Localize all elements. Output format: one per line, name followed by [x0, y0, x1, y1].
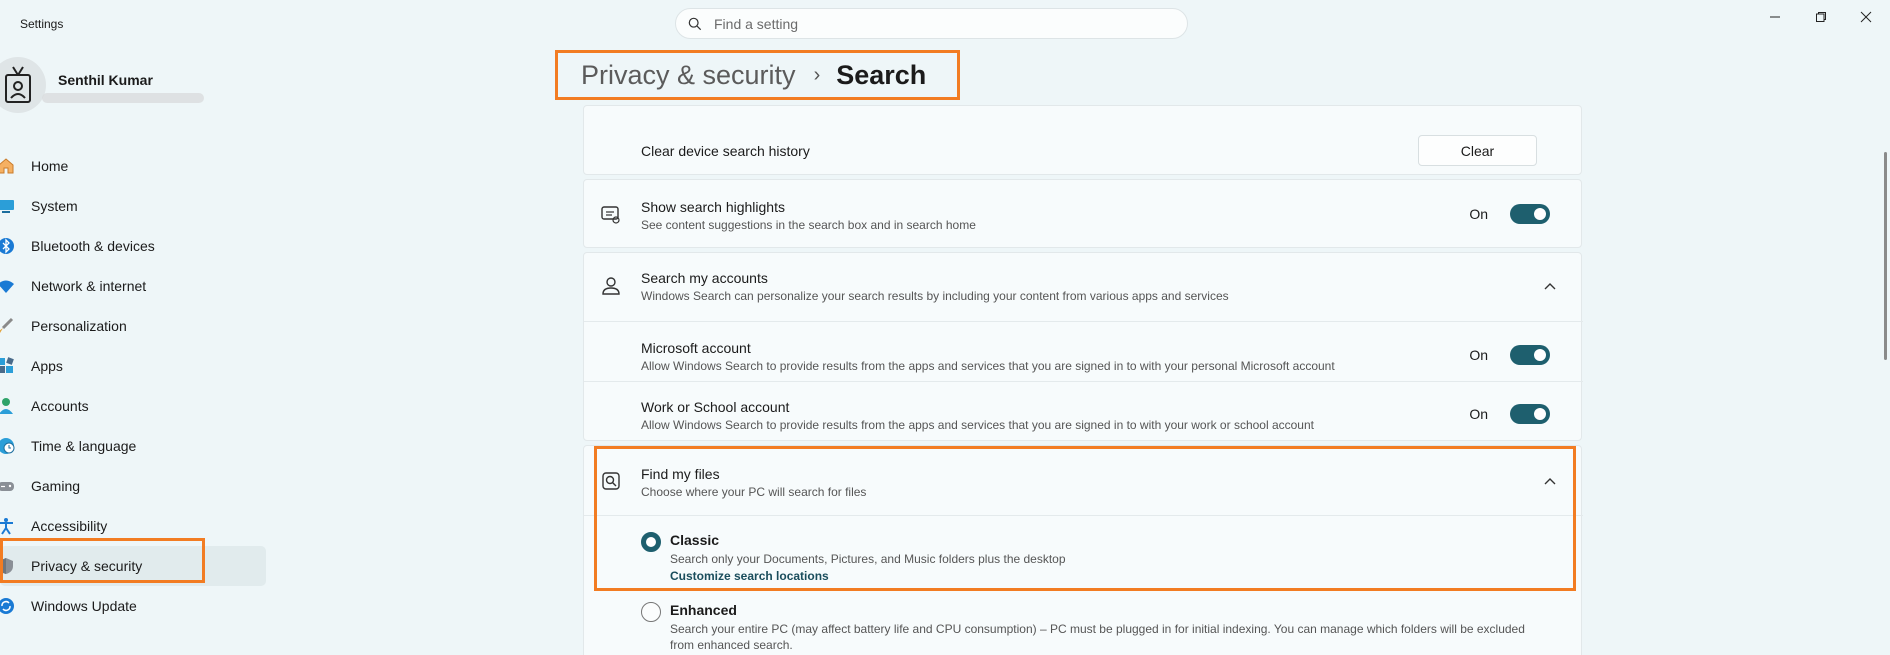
divider [584, 381, 1583, 382]
sidebar-item-label: Gaming [31, 478, 81, 494]
close-icon [1860, 11, 1872, 23]
find-files-card: Find my files Choose where your PC will … [583, 445, 1583, 655]
clear-history-card: Clear device search history Clear [583, 105, 1582, 175]
profile-email-redacted [42, 93, 204, 103]
sidebar-item-accounts[interactable]: Accounts [0, 386, 270, 426]
app-title: Settings [20, 17, 64, 31]
sidebar-item-label: Personalization [31, 318, 127, 334]
highlights-title: Show search highlights [641, 199, 785, 215]
accounts-title: Search my accounts [641, 270, 768, 286]
highlights-icon [600, 204, 622, 226]
title-bar: Settings [0, 0, 1890, 48]
sidebar-item-home[interactable]: Home [0, 146, 270, 186]
find-files-desc: Choose where your PC will search for fil… [641, 485, 867, 499]
sidebar-item-system[interactable]: System [0, 186, 270, 226]
profile-name: Senthil Kumar [58, 72, 153, 88]
classic-title: Classic [670, 532, 720, 548]
restore-button[interactable] [1806, 6, 1836, 28]
highlights-toggle-group: On [1469, 204, 1550, 224]
sidebar-item-accessibility[interactable]: Accessibility [0, 506, 270, 546]
accounts-desc: Windows Search can personalize your sear… [641, 289, 1229, 303]
bluetooth-icon [0, 237, 15, 255]
brush-icon [0, 317, 15, 335]
wifi-icon [0, 277, 15, 295]
sidebar-item-label: Accessibility [31, 518, 108, 534]
work-toggle-state: On [1469, 406, 1488, 422]
highlights-toggle-state: On [1469, 206, 1488, 222]
highlights-desc: See content suggestions in the search bo… [641, 218, 976, 232]
work-account-toggle[interactable] [1510, 404, 1550, 424]
work-account-desc: Allow Windows Search to provide results … [641, 418, 1314, 432]
home-icon [0, 157, 15, 175]
microsoft-account-desc: Allow Windows Search to provide results … [641, 359, 1335, 373]
sidebar-item-apps[interactable]: Apps [0, 346, 270, 386]
search-files-icon [600, 470, 622, 492]
sidebar-item-label: Windows Update [31, 598, 137, 614]
person-icon [0, 397, 15, 415]
update-icon [0, 597, 15, 615]
breadcrumb: Privacy & security › Search [555, 50, 960, 100]
sidebar-item-label: Time & language [31, 438, 137, 454]
accessibility-icon [0, 517, 15, 535]
work-account-title: Work or School account [641, 399, 790, 415]
shield-icon [0, 557, 15, 575]
apps-icon [0, 357, 15, 375]
minimize-button[interactable] [1760, 6, 1790, 28]
search-accounts-card: Search my accounts Windows Search can pe… [583, 252, 1583, 441]
breadcrumb-parent[interactable]: Privacy & security [581, 60, 796, 91]
sidebar-item-gaming[interactable]: Gaming [0, 466, 270, 506]
sidebar: Home System Bluetooth & devices Network … [0, 146, 270, 626]
user-avatar-icon [5, 66, 31, 103]
minimize-icon [1770, 16, 1780, 18]
sidebar-item-label: System [31, 198, 78, 214]
enhanced-desc: Search your entire PC (may affect batter… [670, 622, 1525, 652]
work-toggle-group: On [1469, 404, 1550, 424]
microsoft-account-toggle[interactable] [1510, 345, 1550, 365]
sidebar-item-label: Accounts [31, 398, 89, 414]
sidebar-item-bluetooth[interactable]: Bluetooth & devices [0, 226, 270, 266]
person-outline-icon [600, 275, 622, 297]
search-input[interactable] [714, 15, 1134, 32]
microsoft-toggle-state: On [1469, 347, 1488, 363]
search-icon [688, 17, 702, 30]
page-title: Search [836, 59, 927, 90]
close-button[interactable] [1851, 6, 1881, 28]
sidebar-item-personalization[interactable]: Personalization [0, 306, 270, 346]
divider [584, 515, 1583, 516]
search-highlights-card: Show search highlights See content sugge… [583, 179, 1582, 248]
gamepad-icon [0, 477, 15, 495]
restore-icon [1816, 12, 1826, 22]
sidebar-item-time-language[interactable]: Time & language [0, 426, 270, 466]
sidebar-item-network[interactable]: Network & internet [0, 266, 270, 306]
enhanced-radio[interactable] [641, 602, 661, 622]
clear-history-title: Clear device search history [641, 143, 810, 159]
classic-radio[interactable] [641, 532, 661, 552]
sidebar-item-label: Home [31, 158, 69, 174]
divider [584, 321, 1583, 322]
chevron-up-icon[interactable] [1543, 474, 1557, 488]
clear-history-button[interactable]: Clear [1418, 135, 1537, 166]
sidebar-item-label: Bluetooth & devices [31, 238, 155, 254]
chevron-up-icon[interactable] [1543, 279, 1557, 293]
find-files-title: Find my files [641, 466, 720, 482]
avatar[interactable] [0, 57, 46, 113]
customize-locations-link[interactable]: Customize search locations [670, 569, 829, 583]
microsoft-toggle-group: On [1469, 345, 1550, 365]
sidebar-item-windows-update[interactable]: Windows Update [0, 586, 270, 626]
breadcrumb-separator: › [813, 63, 821, 86]
globe-clock-icon [0, 437, 15, 455]
sidebar-item-privacy-security[interactable]: Privacy & security [0, 546, 266, 586]
microsoft-account-title: Microsoft account [641, 340, 751, 356]
sidebar-item-label: Apps [31, 358, 63, 374]
monitor-icon [0, 197, 15, 215]
search-box[interactable] [675, 8, 1188, 39]
enhanced-title: Enhanced [670, 602, 737, 618]
sidebar-item-label: Network & internet [31, 278, 147, 294]
classic-desc: Search only your Documents, Pictures, an… [670, 552, 1066, 566]
sidebar-item-label: Privacy & security [31, 558, 143, 574]
highlights-toggle[interactable] [1510, 204, 1550, 224]
scrollbar[interactable] [1884, 152, 1887, 360]
